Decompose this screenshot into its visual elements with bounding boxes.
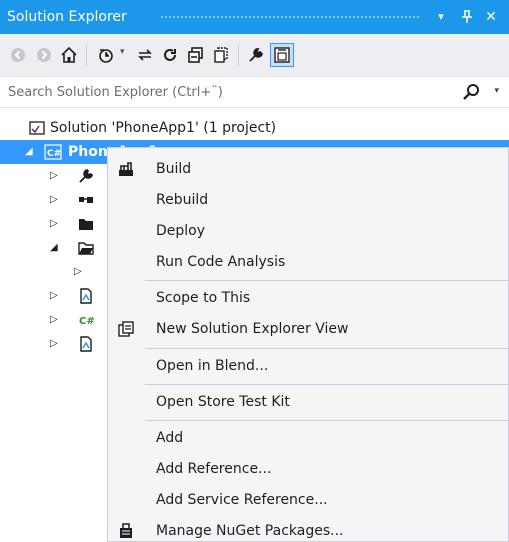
- show-all-files-icon[interactable]: [210, 43, 234, 67]
- menu-item-rebuild[interactable]: Rebuild: [108, 185, 508, 216]
- csharp-file-icon: C#: [78, 312, 95, 328]
- menu-item-deploy[interactable]: Deploy: [108, 216, 508, 247]
- search-box[interactable]: Search Solution Explorer (Ctrl+¨) ▾: [0, 76, 509, 108]
- open-folder-icon: [78, 240, 94, 256]
- close-icon[interactable]: ✕: [482, 7, 500, 27]
- dropdown-arrow-icon[interactable]: ▾: [432, 7, 450, 27]
- xaml-file-icon: [78, 336, 94, 352]
- menu-item-scope-to-this[interactable]: Scope to This: [108, 283, 508, 314]
- expand-arrow-icon[interactable]: ▷: [50, 290, 58, 301]
- solution-explorer-titlebar: Solution Explorer ▾ ✕: [0, 0, 509, 34]
- pending-changes-icon[interactable]: [94, 43, 118, 67]
- menu-item-run-code-analysis[interactable]: Run Code Analysis: [108, 247, 508, 278]
- collapse-arrow-icon[interactable]: ◢: [25, 146, 33, 157]
- folder-icon: [78, 216, 94, 232]
- svg-text:C#: C#: [79, 316, 95, 327]
- svg-text:C#: C#: [47, 149, 61, 159]
- csharp-project-icon: C#: [44, 144, 62, 160]
- menu-item-open-in-blend[interactable]: Open in Blend...: [108, 351, 508, 382]
- menu-item-add-service-reference[interactable]: Add Service Reference...: [108, 485, 508, 516]
- titlebar-grip[interactable]: [160, 15, 420, 20]
- solution-icon: [28, 120, 45, 136]
- properties-icon[interactable]: [244, 43, 268, 67]
- menu-separator: [145, 420, 508, 421]
- menu-label: Scope to This: [156, 290, 251, 306]
- window-title: Solution Explorer: [7, 9, 127, 25]
- pin-icon[interactable]: [458, 7, 476, 27]
- expand-arrow-icon[interactable]: ▷: [50, 338, 58, 349]
- menu-item-add[interactable]: Add: [108, 423, 508, 454]
- sync-icon[interactable]: [133, 43, 157, 67]
- search-icon[interactable]: [461, 82, 481, 102]
- menu-label: Rebuild: [156, 192, 209, 208]
- pending-changes-dropdown-icon[interactable]: ▾: [120, 47, 125, 57]
- menu-separator: [145, 280, 508, 281]
- menu-label: New Solution Explorer View: [156, 321, 349, 337]
- menu-separator: [145, 348, 508, 349]
- menu-item-new-solution-explorer-view[interactable]: New Solution Explorer View: [108, 314, 508, 345]
- expand-arrow-icon[interactable]: ▷: [74, 266, 82, 277]
- refresh-icon[interactable]: [158, 43, 182, 67]
- preview-icon[interactable]: [270, 43, 294, 67]
- menu-label: Open Store Test Kit: [156, 394, 290, 410]
- forward-icon[interactable]: [32, 43, 56, 67]
- expand-arrow-icon[interactable]: ▷: [50, 194, 58, 205]
- menu-item-open-store-test-kit[interactable]: Open Store Test Kit: [108, 387, 508, 418]
- expand-arrow-icon[interactable]: ▷: [50, 218, 58, 229]
- expand-arrow-icon[interactable]: ▷: [50, 170, 58, 181]
- home-icon[interactable]: [57, 43, 81, 67]
- menu-separator: [145, 384, 508, 385]
- menu-label: Manage NuGet Packages...: [156, 523, 344, 539]
- menu-item-manage-nuget-packages[interactable]: Manage NuGet Packages...: [108, 516, 508, 542]
- menu-label: Add Reference...: [156, 461, 272, 477]
- menu-label: Run Code Analysis: [156, 254, 286, 270]
- search-options-dropdown-icon[interactable]: ▾: [494, 86, 499, 96]
- solution-explorer-toolbar: ▾: [0, 34, 509, 76]
- menu-label: Open in Blend...: [156, 358, 269, 374]
- xaml-file-icon: [78, 288, 94, 304]
- menu-item-add-reference[interactable]: Add Reference...: [108, 454, 508, 485]
- menu-label: Deploy: [156, 223, 206, 239]
- menu-label: Add Service Reference...: [156, 492, 328, 508]
- menu-label: Build: [156, 161, 192, 177]
- build-icon: [117, 160, 135, 178]
- collapse-arrow-icon[interactable]: ◢: [50, 242, 58, 253]
- project-context-menu: Build Rebuild Deploy Run Code Analysis S…: [107, 147, 509, 542]
- references-icon: [78, 192, 94, 208]
- back-icon[interactable]: [6, 43, 30, 67]
- new-explorer-view-icon: [117, 320, 135, 338]
- menu-item-build[interactable]: Build: [108, 154, 508, 185]
- nuget-icon: [117, 522, 135, 540]
- tree-item-solution[interactable]: Solution 'PhoneApp1' (1 project): [0, 116, 509, 140]
- solution-label: Solution 'PhoneApp1' (1 project): [50, 120, 277, 136]
- collapse-all-icon[interactable]: [184, 43, 208, 67]
- menu-label: Add: [156, 430, 184, 446]
- search-input[interactable]: Search Solution Explorer (Ctrl+¨): [8, 85, 223, 100]
- wrench-icon: [78, 168, 94, 184]
- expand-arrow-icon[interactable]: ▷: [50, 314, 58, 325]
